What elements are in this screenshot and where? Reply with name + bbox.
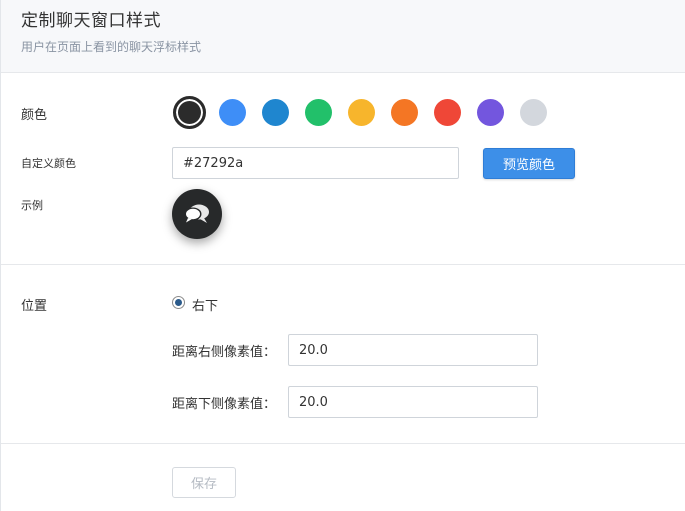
right-offset-input[interactable] (288, 334, 538, 366)
color-swatch[interactable] (348, 99, 375, 126)
bottom-offset-label: 距离下侧像素值： (172, 397, 277, 412)
position-bottom-right-label: 右下 (192, 299, 219, 314)
color-swatch[interactable] (262, 99, 289, 126)
color-swatch[interactable] (173, 96, 206, 129)
color-swatch[interactable] (477, 99, 504, 126)
color-swatch-list (173, 96, 563, 129)
color-swatch[interactable] (305, 99, 332, 126)
right-offset-label: 距离右侧像素值： (172, 345, 277, 360)
example-label: 示例 (21, 199, 43, 212)
color-swatch[interactable] (520, 99, 547, 126)
bottom-offset-input[interactable] (288, 386, 538, 418)
section-divider (1, 443, 685, 444)
color-swatch[interactable] (219, 99, 246, 126)
radio-selected-dot (175, 299, 182, 306)
position-label: 位置 (21, 299, 48, 314)
preview-color-button[interactable]: 预览颜色 (483, 148, 575, 179)
page-subtitle: 用户在页面上看到的聊天浮标样式 (21, 40, 202, 54)
color-swatch[interactable] (434, 99, 461, 126)
section-divider (1, 264, 685, 265)
chat-float-preview (172, 189, 222, 239)
chat-style-settings-page: 定制聊天窗口样式 用户在页面上看到的聊天浮标样式 颜色 自定义颜色 预览颜色 示… (0, 0, 685, 511)
custom-color-input[interactable] (172, 147, 459, 179)
page-title: 定制聊天窗口样式 (21, 11, 161, 31)
chat-bubbles-icon (184, 204, 209, 223)
color-swatch[interactable] (391, 99, 418, 126)
position-bottom-right-radio[interactable] (172, 296, 185, 309)
color-label: 颜色 (21, 108, 48, 123)
custom-color-label: 自定义颜色 (21, 157, 76, 170)
page-header: 定制聊天窗口样式 用户在页面上看到的聊天浮标样式 (1, 0, 685, 73)
save-button[interactable]: 保存 (172, 467, 236, 498)
